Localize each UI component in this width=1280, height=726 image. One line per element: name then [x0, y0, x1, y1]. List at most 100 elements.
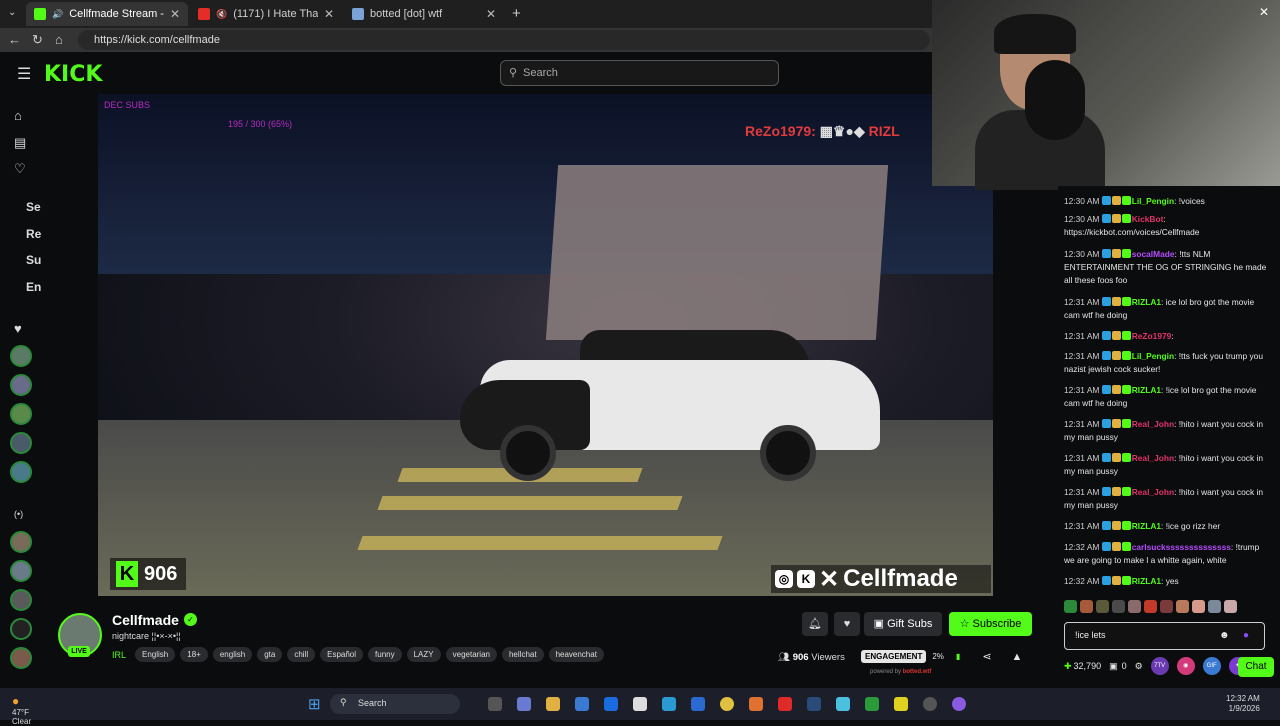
facebook-icon[interactable]: [604, 697, 618, 711]
chat-username[interactable]: carlsuckssssssssssssss: [1132, 542, 1231, 552]
kick-logo[interactable]: KICK: [44, 62, 102, 87]
chat-username[interactable]: RIZLA1: [1132, 385, 1161, 395]
chat-username[interactable]: RIZLA1: [1132, 576, 1161, 586]
amazon-icon[interactable]: [633, 697, 647, 711]
tag[interactable]: 18+: [180, 647, 208, 662]
settings-icon[interactable]: [923, 697, 937, 711]
tag[interactable]: hellchat: [501, 647, 544, 662]
emoji-icon[interactable]: ☻: [1219, 630, 1230, 641]
followed-channel-avatar[interactable]: [10, 345, 32, 367]
category-link[interactable]: IRL: [112, 650, 126, 660]
reload-icon[interactable]: ↻: [32, 32, 43, 48]
file-explorer-icon[interactable]: [546, 697, 560, 711]
notes-icon[interactable]: [894, 697, 908, 711]
emote-service-icon[interactable]: ◉: [1176, 657, 1195, 675]
following-heart-icon[interactable]: ♡: [14, 161, 26, 177]
sidebar-section-1[interactable]: Se: [26, 200, 41, 214]
edge-icon[interactable]: [662, 697, 676, 711]
tab-botted[interactable]: botted [dot] wtf ✕: [344, 2, 504, 26]
new-tab-button[interactable]: +: [512, 5, 521, 22]
emote-icon[interactable]: [1192, 600, 1205, 613]
channel-name[interactable]: Cellfmade: [112, 612, 179, 628]
tag[interactable]: Español: [320, 647, 364, 662]
tab-list-icon[interactable]: ⌄: [8, 7, 16, 18]
weather-widget[interactable]: ● 47°F Clear: [12, 694, 31, 726]
home-icon[interactable]: ⌂: [14, 108, 22, 123]
7tv-pill[interactable]: 7TV: [1150, 657, 1169, 675]
taskbar-search[interactable]: ⚲ Search: [330, 694, 460, 714]
tab-youtube[interactable]: 🔇 (1171) I Hate That Fake Frame ✕: [190, 2, 342, 26]
recommended-channel-avatar[interactable]: [10, 589, 32, 611]
emote-icon[interactable]: [1096, 600, 1109, 613]
followed-channel-avatar[interactable]: [10, 403, 32, 425]
send-chat-button[interactable]: Chat: [1238, 657, 1274, 677]
emote-icon[interactable]: [1208, 600, 1221, 613]
recommended-channel-avatar[interactable]: [10, 647, 32, 669]
followed-channel-avatar[interactable]: [10, 432, 32, 454]
emote-icon[interactable]: [1064, 600, 1077, 613]
followed-channel-avatar[interactable]: [10, 461, 32, 483]
obs-icon[interactable]: [952, 697, 966, 711]
close-tab-icon[interactable]: ✕: [170, 7, 180, 21]
vlc-icon[interactable]: [749, 697, 763, 711]
recommended-channel-avatar[interactable]: [10, 531, 32, 553]
subscribe-button[interactable]: ☆ Subscribe: [949, 612, 1032, 636]
menu-icon[interactable]: ☰: [17, 64, 31, 84]
follow-heart-button[interactable]: ♥: [834, 612, 860, 636]
app-icon[interactable]: [836, 697, 850, 711]
tag[interactable]: LAZY: [406, 647, 441, 662]
system-clock[interactable]: 12:32 AM 1/9/2026: [1226, 694, 1260, 714]
emote-icon[interactable]: [1112, 600, 1125, 613]
windows-start-icon[interactable]: ⊞: [308, 695, 321, 713]
points-value[interactable]: 32,790: [1074, 661, 1102, 671]
tag[interactable]: funny: [368, 647, 402, 662]
chrome-icon[interactable]: [720, 697, 734, 711]
gift-icon[interactable]: ▣: [1109, 661, 1118, 672]
close-window-icon[interactable]: ✕: [1259, 5, 1269, 19]
report-flag-icon[interactable]: ▲: [1012, 651, 1023, 663]
tag[interactable]: english: [212, 647, 253, 662]
tag[interactable]: gta: [257, 647, 283, 662]
close-tab-icon[interactable]: ✕: [324, 7, 334, 21]
settings-gear-icon[interactable]: ⚙: [1135, 661, 1143, 672]
steam-icon[interactable]: [807, 697, 821, 711]
gif-pill[interactable]: GIF: [1202, 657, 1221, 675]
sidebar-section-2[interactable]: Re: [26, 227, 41, 241]
followed-channel-avatar[interactable]: [10, 374, 32, 396]
sidebar-section-4[interactable]: En: [26, 280, 41, 294]
calculator-icon[interactable]: [691, 697, 705, 711]
youtube-icon[interactable]: [778, 697, 792, 711]
chat-username[interactable]: RIZLA1: [1132, 297, 1161, 307]
browse-icon[interactable]: ▤: [14, 135, 26, 151]
home-icon[interactable]: ⌂: [55, 32, 63, 47]
sidebar-section-3[interactable]: Su: [26, 253, 41, 267]
chat-username[interactable]: RIZLA1: [1132, 521, 1161, 531]
chat-input[interactable]: !ice lets ☻ ●: [1064, 622, 1265, 650]
share-icon[interactable]: ⋖: [982, 650, 991, 663]
bar-chart-icon[interactable]: ▮: [956, 652, 960, 661]
chat-username[interactable]: Real_John: [1132, 419, 1174, 429]
notification-bell-button[interactable]: 🔔︎: [802, 612, 828, 636]
tab-kick[interactable]: 🔊 Cellfmade Stream - Watch Li ✕: [26, 2, 188, 26]
close-tab-icon[interactable]: ✕: [486, 7, 496, 21]
gift-subs-button[interactable]: ▣ Gift Subs: [864, 612, 942, 636]
copilot-icon[interactable]: [517, 697, 531, 711]
emote-icon[interactable]: [1144, 600, 1157, 613]
store-icon[interactable]: [575, 697, 589, 711]
chat-username[interactable]: KickBot: [1132, 214, 1164, 224]
tag[interactable]: English: [135, 647, 176, 662]
emote-icon[interactable]: [1128, 600, 1141, 613]
emote-icon[interactable]: [1176, 600, 1189, 613]
chat-username[interactable]: Lil_Pengin: [1132, 351, 1174, 361]
chat-username[interactable]: Real_John: [1132, 453, 1174, 463]
tag[interactable]: heavenchat: [548, 647, 604, 662]
emote-icon[interactable]: [1080, 600, 1093, 613]
chat-username[interactable]: socalMade: [1132, 249, 1175, 259]
url-field[interactable]: https://kick.com/cellfmade: [78, 30, 930, 50]
chat-username[interactable]: Real_John: [1132, 487, 1174, 497]
chat-username[interactable]: Lil_Pengin: [1132, 196, 1174, 206]
xbox-icon[interactable]: [865, 697, 879, 711]
recommended-channel-avatar[interactable]: [10, 560, 32, 582]
search-input[interactable]: ⚲ Search: [500, 60, 779, 86]
tag[interactable]: chill: [287, 647, 316, 662]
